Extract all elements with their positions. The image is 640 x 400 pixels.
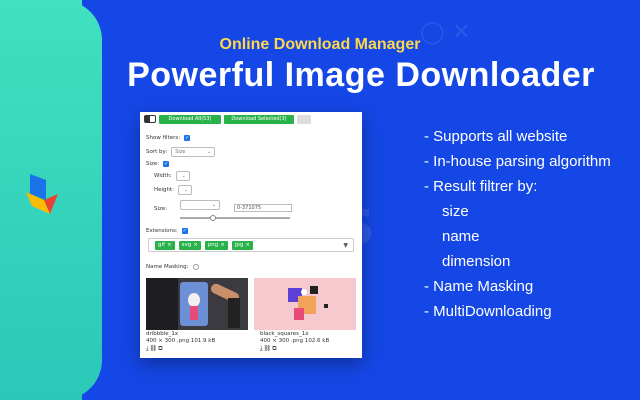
size-slider[interactable] xyxy=(180,217,290,219)
feature-subitem: name xyxy=(442,228,480,245)
feature-item: - Supports all website xyxy=(424,128,568,145)
close-icon[interactable]: × xyxy=(220,242,225,248)
more-button[interactable] xyxy=(297,114,311,124)
image-actions: ⤓⛓⧉ xyxy=(260,345,278,353)
size-unit-select[interactable]: ⌄ xyxy=(180,200,220,210)
extensions-label: Extensions: xyxy=(146,228,178,234)
height-select[interactable]: ⌄ xyxy=(178,185,193,195)
extensions-select[interactable]: gif × svg × png × jpg × ▼ xyxy=(148,238,354,252)
chevron-down-icon: ⌄ xyxy=(181,173,186,179)
image-thumbnail[interactable] xyxy=(146,278,248,330)
size-range-input[interactable]: 0-371075 xyxy=(234,204,292,212)
image-actions: ⤓⛓⧉ xyxy=(146,345,164,353)
size-label: Size: xyxy=(146,161,160,167)
extensions-checkbox[interactable]: ✓ xyxy=(181,228,188,234)
size-checkbox[interactable]: ✓ xyxy=(163,161,170,167)
close-icon[interactable]: × xyxy=(167,242,172,248)
image-info: 400 × 300 .png 102.6 kB xyxy=(260,338,330,344)
height-label: Height: xyxy=(154,187,175,193)
feature-item: - Name Masking xyxy=(424,278,534,295)
feature-item: - Result filtrer by: xyxy=(424,178,538,195)
extension-tag-gif[interactable]: gif × xyxy=(155,240,175,250)
image-info: 400 × 300 .png 101.9 kB xyxy=(146,338,216,344)
size-range-label: Size: xyxy=(154,206,168,212)
name-masking-label: Name Masking: xyxy=(146,264,189,270)
width-select[interactable]: ⌄ xyxy=(175,171,190,181)
link-icon[interactable]: ⛓ xyxy=(150,345,159,352)
show-filters-checkbox[interactable]: ✓ xyxy=(184,135,191,141)
chevron-down-icon: ⌄ xyxy=(183,187,189,193)
toggle-icon[interactable] xyxy=(144,115,156,123)
extension-tag-svg[interactable]: svg × xyxy=(178,240,201,250)
popup-toolbar: Download All(53) Download Selected(3) xyxy=(140,112,362,126)
sort-by-label: Sort by: xyxy=(146,149,168,155)
extension-tag-png[interactable]: png × xyxy=(204,240,228,250)
sort-by-value: Size xyxy=(175,149,186,155)
extension-popup: Download All(53) Download Selected(3) Sh… xyxy=(140,112,362,358)
size-slider-handle[interactable] xyxy=(210,215,216,221)
chevron-down-icon[interactable]: ▼ xyxy=(343,242,348,249)
copy-icon[interactable]: ⧉ xyxy=(158,345,163,352)
sort-by-select[interactable]: Size ⌄ xyxy=(171,147,216,157)
feature-subitem: size xyxy=(442,203,469,220)
feature-item: - MultiDownloading xyxy=(424,303,552,320)
close-icon[interactable]: × xyxy=(245,242,250,248)
page-title: Powerful Image Downloader xyxy=(127,56,595,94)
image-name: black_squares_1x xyxy=(260,331,309,337)
chevron-down-icon: ⌄ xyxy=(207,149,212,155)
download-selected-button[interactable]: Download Selected(3) xyxy=(224,114,294,124)
feature-subitem: dimension xyxy=(442,253,511,270)
subtitle: Online Download Manager xyxy=(219,36,421,53)
image-thumbnail[interactable] xyxy=(254,278,356,330)
image-name: dribbble_1x xyxy=(146,331,179,337)
width-label: Width: xyxy=(154,173,172,179)
app-logo-icon xyxy=(26,174,58,214)
close-icon[interactable]: × xyxy=(193,242,198,248)
chevron-down-icon: ⌄ xyxy=(211,202,216,208)
show-filters-label: Show filters: xyxy=(146,135,181,141)
extension-tag-jpg[interactable]: jpg × xyxy=(231,240,254,250)
name-masking-checkbox[interactable] xyxy=(192,264,199,270)
download-all-button[interactable]: Download All(53) xyxy=(159,114,221,124)
feature-item: - In-house parsing algorithm xyxy=(424,153,611,170)
link-icon[interactable]: ⛓ xyxy=(264,345,273,352)
copy-icon[interactable]: ⧉ xyxy=(272,345,277,352)
feature-list: - Supports all website - In-house parsin… xyxy=(424,124,611,324)
